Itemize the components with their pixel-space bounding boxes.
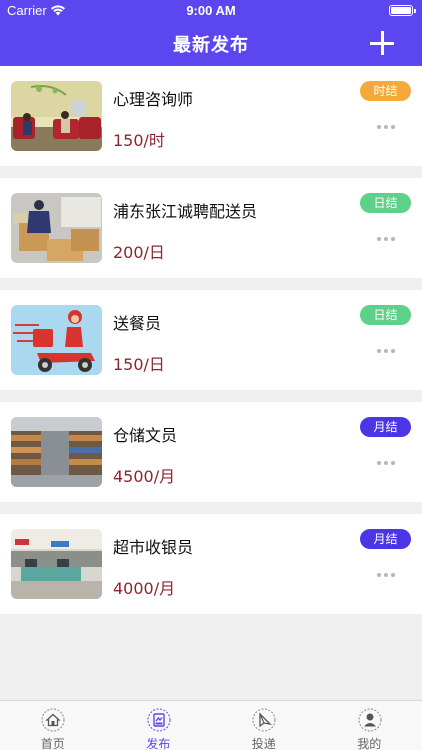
job-pay: 150/时 [113,131,165,150]
job-card[interactable]: 浦东张江诚聘配送员 200/日 日结 [0,178,422,278]
tab-send[interactable]: 投递 [211,701,317,750]
status-bar: Carrier 9:00 AM [0,0,422,22]
home-icon [41,708,65,732]
job-title: 仓储文员 [113,426,178,445]
profile-icon [358,708,381,732]
job-pay: 150/日 [113,355,165,374]
supermarket-photo [11,529,102,599]
pay-badge: 月结 [360,417,411,437]
pay-badge: 日结 [360,193,411,213]
tab-home[interactable]: 首页 [0,701,106,750]
job-pay: 4000/月 [113,579,176,598]
pay-badge: 日结 [360,305,411,325]
tab-label: 我的 [357,737,382,750]
job-list: 心理咨询师 150/时 时结 浦东张江诚聘配送员 200/日 日结 送餐员 15… [0,66,422,626]
job-card[interactable]: 送餐员 150/日 日结 [0,290,422,390]
job-card[interactable]: 心理咨询师 150/时 时结 [0,66,422,166]
job-card[interactable]: 超市收银员 4000/月 月结 [0,514,422,614]
tab-bar: 首页 发布 投递 我的 [0,700,422,750]
job-card[interactable]: 仓储文员 4500/月 月结 [0,402,422,502]
send-icon [252,708,276,732]
battery-icon [389,5,416,16]
counseling-room-photo [11,81,102,151]
delivery-worker-photo [11,193,102,263]
more-icon[interactable] [377,460,395,466]
scooter-delivery-illustration [11,305,102,375]
job-pay: 4500/月 [113,467,176,486]
tab-label: 投递 [251,737,276,750]
status-time: 9:00 AM [186,3,236,18]
more-icon[interactable] [377,572,395,578]
plus-icon[interactable] [370,31,394,55]
job-title: 浦东张江诚聘配送员 [113,202,258,221]
job-title: 送餐员 [113,314,162,333]
tab-label: 首页 [40,737,65,750]
nav-bar: Carrier 9:00 AM 最新发布 [0,0,422,66]
job-pay: 200/日 [113,243,165,262]
pay-badge: 时结 [360,81,411,101]
warehouse-photo [11,417,102,487]
more-icon[interactable] [377,124,395,130]
publish-icon [147,708,170,732]
more-icon[interactable] [377,236,395,242]
job-title: 心理咨询师 [113,90,194,109]
tab-label: 发布 [146,737,171,750]
tab-profile[interactable]: 我的 [317,701,422,750]
more-icon[interactable] [377,348,395,354]
job-title: 超市收银员 [113,538,194,557]
page-title: 最新发布 [173,35,249,56]
pay-badge: 月结 [360,529,411,549]
tab-publish[interactable]: 发布 [106,701,212,750]
